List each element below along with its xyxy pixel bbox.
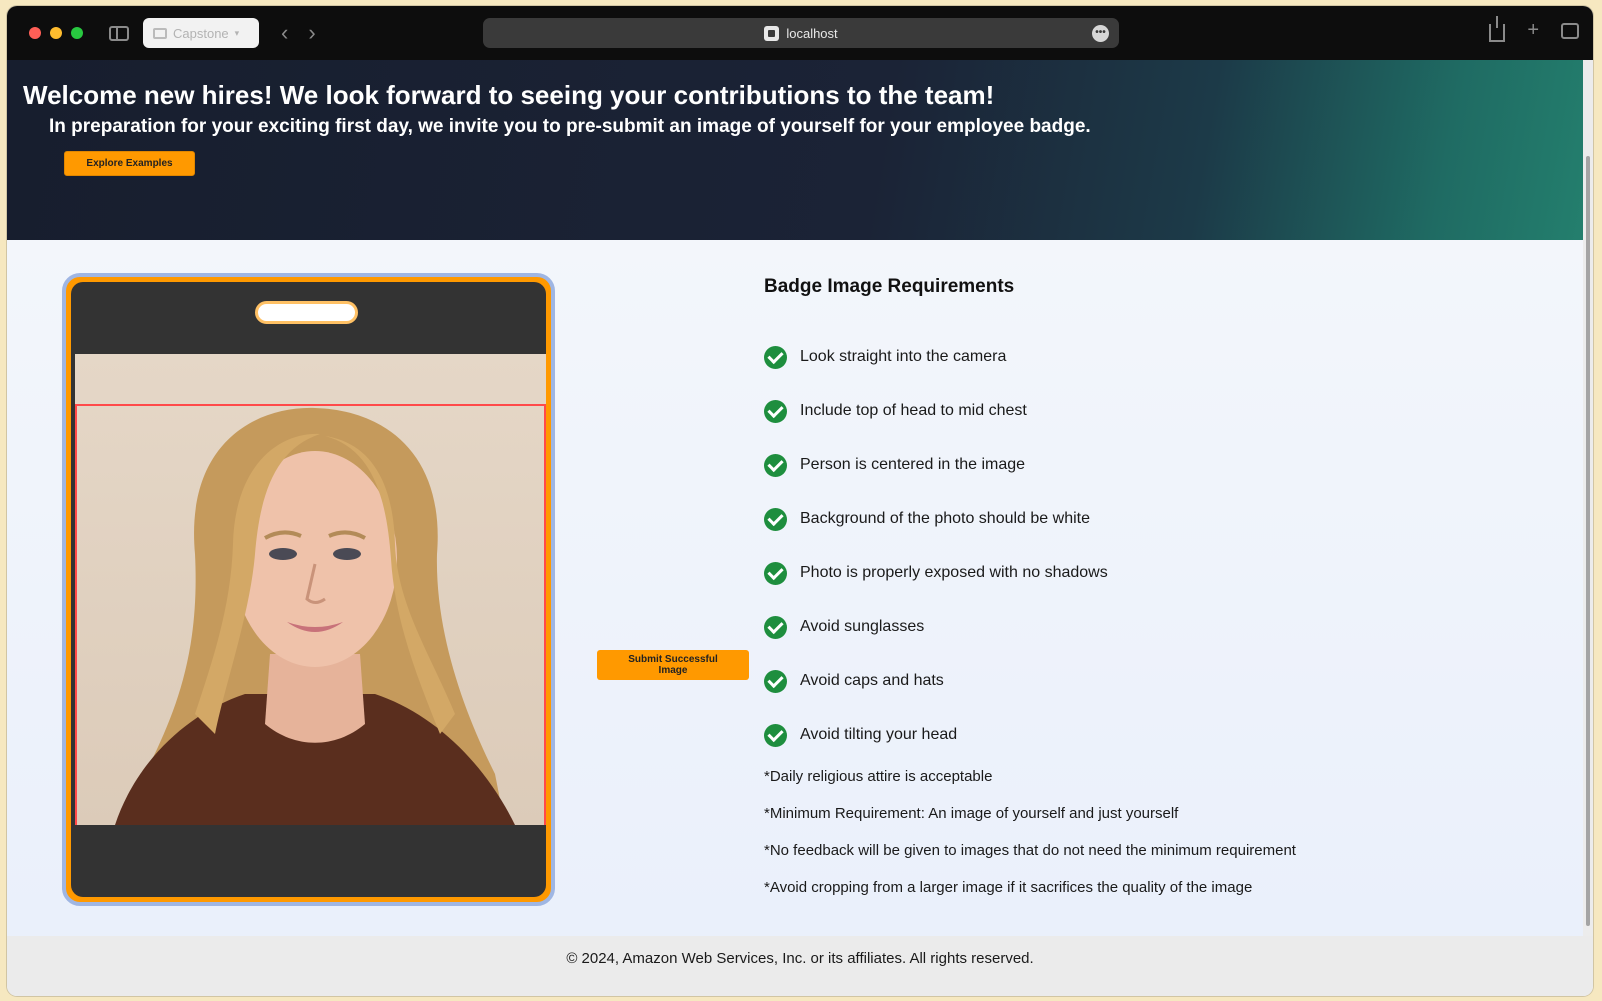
browser-window: Capstone ▾ ‹ › localhost ••• + Welcome n… [7,6,1593,996]
note-text: *Avoid cropping from a larger image if i… [764,879,1253,896]
page-footer: © 2024, Amazon Web Services, Inc. or its… [7,936,1593,996]
crop-guide-left [75,404,77,825]
tab-group-selector[interactable]: Capstone ▾ [143,18,259,48]
check-circle-icon [764,561,787,585]
toolbar-right: + [1489,16,1579,42]
chevron-down-icon: ▾ [234,27,240,38]
note-text: *Daily religious attire is acceptable [764,768,993,785]
badge-body [71,282,546,897]
tab-overview-icon[interactable] [1561,23,1579,39]
copyright-text: © 2024, Amazon Web Services, Inc. or its… [566,950,1034,967]
hero-banner: Welcome new hires! We look forward to se… [7,60,1593,240]
hero-title: Welcome new hires! We look forward to se… [23,80,995,110]
check-circle-icon [764,615,787,639]
close-window-button[interactable] [29,27,41,39]
check-circle-icon [764,723,787,747]
forward-button[interactable]: › [308,22,315,44]
scrollbar-thumb[interactable] [1586,156,1590,926]
tab-group-label: Capstone [173,25,229,41]
badge-photo [75,354,546,825]
address-bar[interactable]: localhost ••• [483,18,1119,48]
note-text: *No feedback will be given to images tha… [764,842,1296,859]
requirement-label: Avoid tilting your head [800,726,958,743]
requirement-label: Look straight into the camera [800,348,1007,365]
sidebar-toggle-icon[interactable] [109,25,129,41]
new-tab-icon[interactable]: + [1527,20,1539,42]
requirement-item: Photo is properly exposed with no shadow… [764,546,1108,600]
badge-lanyard-slot [255,301,358,324]
check-circle-icon [764,399,787,423]
note-text: *Minimum Requirement: An image of yourse… [764,805,1179,822]
browser-titlebar: Capstone ▾ ‹ › localhost ••• + [7,6,1593,60]
requirement-item: Background of the photo should be white [764,492,1108,546]
requirement-item: Avoid tilting your head [764,708,1108,762]
requirement-label: Include top of head to mid chest [800,402,1027,419]
main-content: Submit Successful Image Badge Image Requ… [7,240,1583,936]
crop-guide-right [544,404,546,825]
url-text: localhost [786,25,838,41]
requirement-label: Avoid sunglasses [800,618,925,635]
requirement-label: Photo is properly exposed with no shadow… [800,564,1108,581]
maximize-window-button[interactable] [71,27,83,39]
site-info-icon [764,25,780,41]
requirement-item: Include top of head to mid chest [764,384,1108,438]
employee-badge [62,273,555,906]
requirement-item: Look straight into the camera [764,330,1108,384]
requirement-label: Avoid caps and hats [800,672,944,689]
explore-examples-button[interactable]: Explore Examples [64,151,195,176]
crop-guide-top [75,404,546,406]
check-circle-icon [764,507,787,531]
requirement-item: Avoid sunglasses [764,600,1108,654]
minimize-window-button[interactable] [50,27,62,39]
back-button[interactable]: ‹ [281,22,288,44]
requirements-title: Badge Image Requirements [764,276,1015,297]
hero-subtitle: In preparation for your exciting first d… [49,116,1091,137]
check-circle-icon [764,453,787,477]
requirement-item: Person is centered in the image [764,438,1108,492]
requirement-label: Person is centered in the image [800,456,1026,473]
share-icon[interactable] [1489,16,1506,42]
requirements-list: Look straight into the camera Include to… [764,330,1108,762]
check-circle-icon [764,345,787,369]
portrait-image [115,407,515,825]
requirement-label: Background of the photo should be white [800,510,1090,527]
window-controls [29,27,83,39]
check-circle-icon [764,669,787,693]
requirement-item: Avoid caps and hats [764,654,1108,708]
more-options-icon[interactable]: ••• [1092,25,1109,42]
requirements-notes: *Daily religious attire is acceptable *M… [764,766,1296,914]
submit-image-button[interactable]: Submit Successful Image [597,650,749,680]
tab-group-icon [153,27,167,39]
